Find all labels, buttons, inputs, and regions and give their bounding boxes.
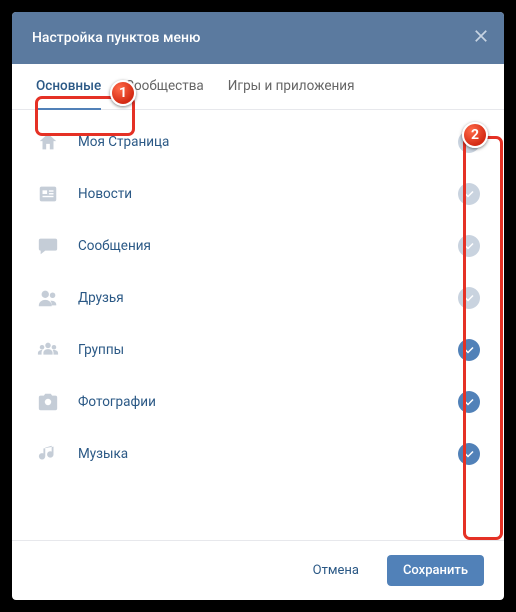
list-item: Группы bbox=[12, 324, 504, 376]
list-item: Фотографии bbox=[12, 376, 504, 428]
photos-icon bbox=[36, 390, 60, 414]
list-item: Музыка bbox=[12, 428, 504, 480]
modal-footer: Отмена Сохранить bbox=[12, 540, 504, 600]
tab-communities[interactable]: Сообщества bbox=[125, 78, 204, 110]
check-icon bbox=[463, 396, 475, 408]
item-toggle[interactable] bbox=[458, 235, 480, 257]
item-label: Фотографии bbox=[78, 394, 440, 410]
music-icon bbox=[36, 442, 60, 466]
item-toggle[interactable] bbox=[458, 183, 480, 205]
tabs-bar: Основные Сообщества Игры и приложения bbox=[12, 64, 504, 110]
menu-settings-modal: Настройка пунктов меню Основные Сообщест… bbox=[12, 12, 504, 600]
item-label: Группы bbox=[78, 342, 440, 358]
item-toggle[interactable] bbox=[458, 131, 480, 153]
list-item: Новости bbox=[12, 168, 504, 220]
item-label: Моя Страница bbox=[78, 134, 440, 150]
news-icon bbox=[36, 182, 60, 206]
home-icon bbox=[36, 130, 60, 154]
close-button[interactable] bbox=[472, 27, 490, 49]
check-icon bbox=[463, 292, 475, 304]
list-item: Моя Страница bbox=[12, 116, 504, 168]
modal-title: Настройка пунктов меню bbox=[32, 30, 200, 46]
item-label: Сообщения bbox=[78, 238, 440, 254]
save-button[interactable]: Сохранить bbox=[387, 555, 484, 586]
list-container: Моя Страница Новости Сообщения Друзья bbox=[12, 110, 504, 540]
check-icon bbox=[463, 136, 475, 148]
item-toggle[interactable] bbox=[458, 287, 480, 309]
check-icon bbox=[463, 448, 475, 460]
check-icon bbox=[463, 240, 475, 252]
list-item: Сообщения bbox=[12, 220, 504, 272]
friends-icon bbox=[36, 286, 60, 310]
item-toggle[interactable] bbox=[458, 391, 480, 413]
close-icon bbox=[472, 27, 490, 45]
item-label: Музыка bbox=[78, 446, 440, 462]
item-toggle[interactable] bbox=[458, 339, 480, 361]
cancel-button[interactable]: Отмена bbox=[297, 555, 375, 586]
modal-header: Настройка пунктов меню bbox=[12, 12, 504, 64]
check-icon bbox=[463, 188, 475, 200]
list-item: Друзья bbox=[12, 272, 504, 324]
message-icon bbox=[36, 234, 60, 258]
groups-icon bbox=[36, 338, 60, 362]
tab-main[interactable]: Основные bbox=[36, 78, 101, 110]
tab-apps[interactable]: Игры и приложения bbox=[228, 78, 355, 110]
menu-items-list[interactable]: Моя Страница Новости Сообщения Друзья bbox=[12, 110, 504, 540]
check-icon bbox=[463, 344, 475, 356]
item-toggle[interactable] bbox=[458, 443, 480, 465]
item-label: Новости bbox=[78, 186, 440, 202]
item-label: Друзья bbox=[78, 290, 440, 306]
